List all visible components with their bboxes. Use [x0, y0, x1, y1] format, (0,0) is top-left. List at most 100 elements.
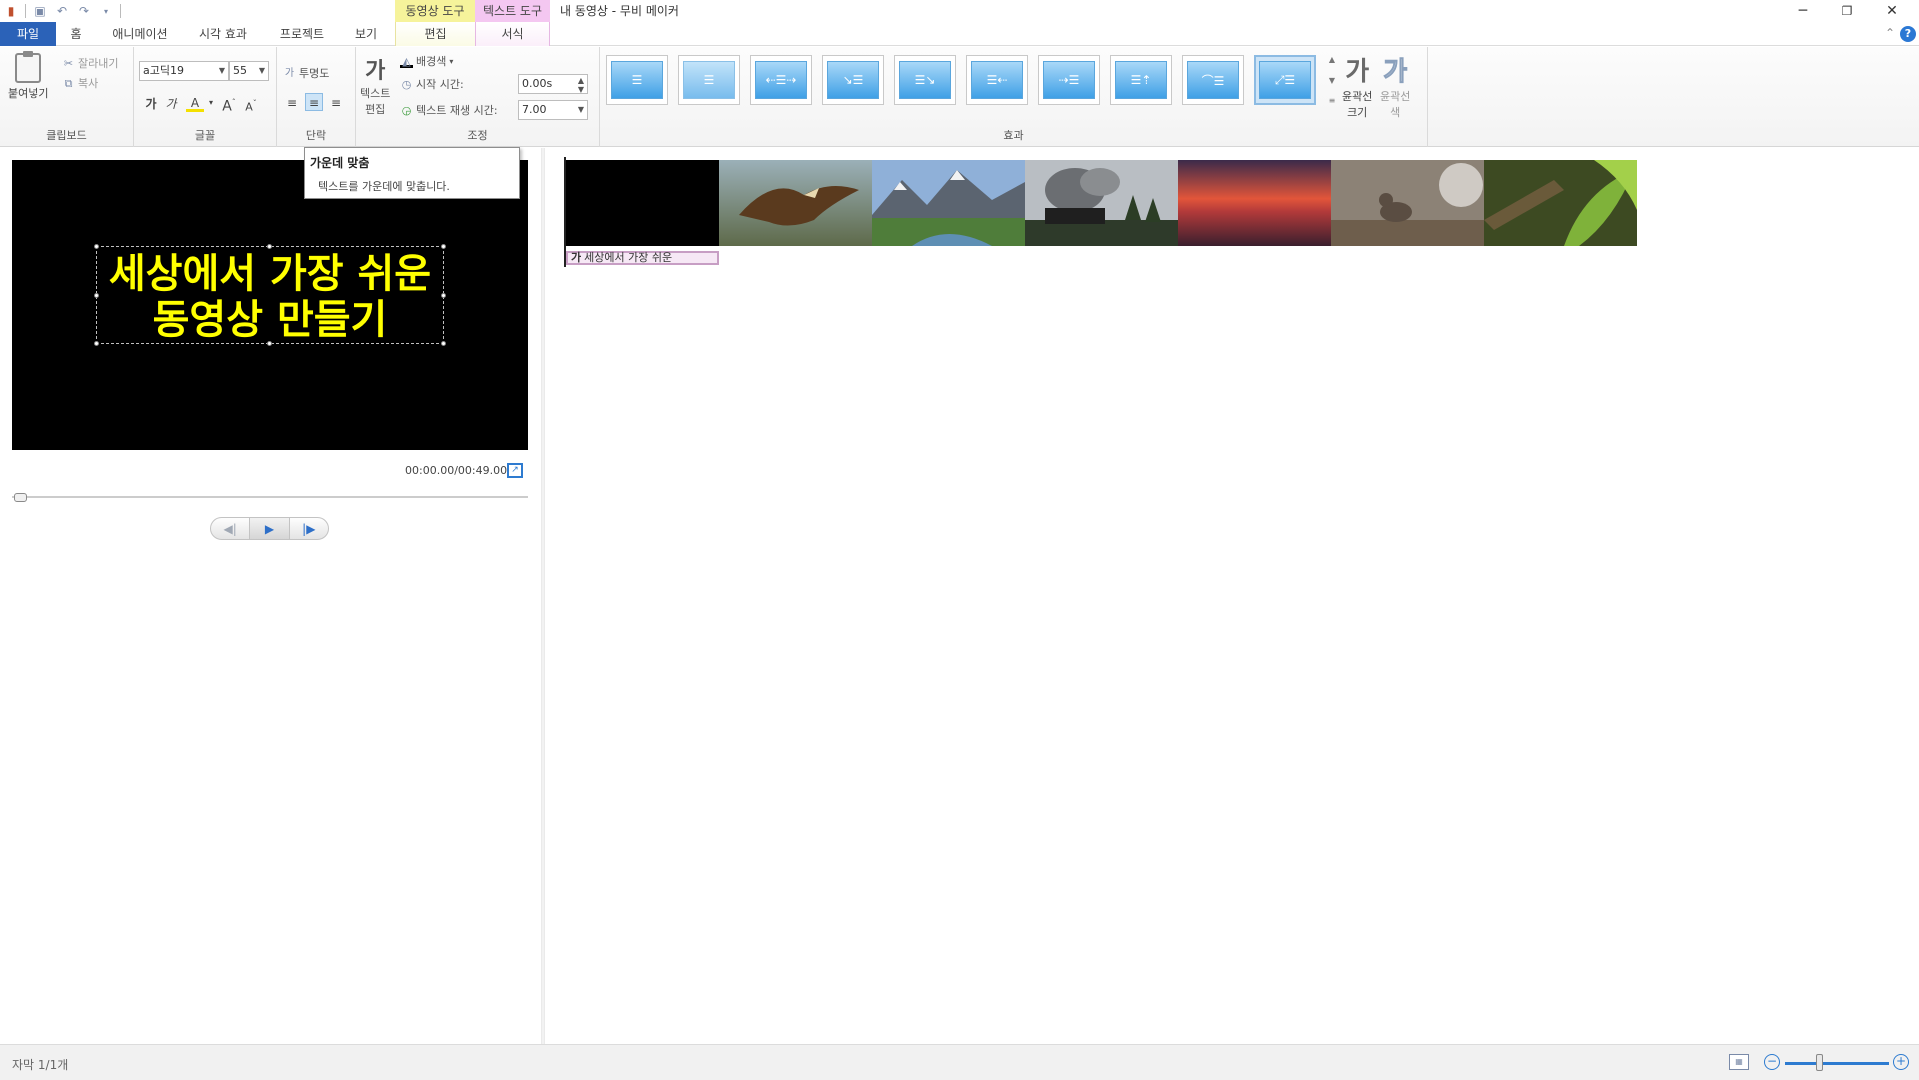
storyboard-frame-black[interactable]	[566, 160, 719, 246]
italic-button[interactable]: 가	[162, 95, 180, 113]
next-frame-icon[interactable]: |▶	[290, 518, 328, 539]
previous-frame-icon[interactable]: ◀|	[211, 518, 249, 539]
effect-scroll-horizontal[interactable]: ⇠☰⇢	[750, 55, 812, 105]
play-icon[interactable]: ▶	[249, 518, 290, 539]
undo-icon[interactable]: ↶	[54, 3, 70, 19]
zoom-out-icon[interactable]: −	[1764, 1054, 1780, 1070]
restore-button[interactable]: ❐	[1825, 0, 1869, 22]
group-font: a고딕19 ▼ 55 ▼ 가 가 A ▾ Aˆ Aˇ 글꼴	[134, 47, 277, 147]
redo-icon[interactable]: ↷	[76, 3, 92, 19]
tab-format[interactable]: 서식	[475, 22, 550, 46]
group-clipboard: 붙여넣기 ✂ 잘라내기 ⧉ 복사 클립보드	[0, 47, 134, 147]
resize-handle[interactable]	[94, 244, 99, 249]
tooltip-title: 가운데 맞춤	[310, 156, 370, 170]
storyboard-frame-squirrel[interactable]	[1331, 160, 1484, 246]
edit-text-button[interactable]: 가 텍스트 편집	[360, 53, 390, 117]
clock-icon: ◷	[401, 77, 412, 91]
group-label-effects: 효과	[1003, 129, 1024, 142]
effect-fade[interactable]: ☰	[678, 55, 740, 105]
outline-size-button[interactable]: 가 윤곽선 크기	[1342, 51, 1372, 120]
video-preview[interactable]: 세상에서 가장 쉬운 동영상 만들기	[12, 160, 528, 450]
thumbnail-size-icon[interactable]: ▦	[1729, 1054, 1749, 1070]
customize-qat-icon[interactable]: ▾	[98, 3, 114, 19]
copy-label: 복사	[78, 77, 99, 90]
app-menu-icon[interactable]: ▮	[3, 3, 19, 19]
minimize-ribbon-icon[interactable]: ⌃	[1885, 26, 1895, 42]
grow-font-button[interactable]: Aˆ	[220, 94, 238, 115]
minimize-button[interactable]: ─	[1781, 0, 1825, 22]
seek-bar[interactable]	[12, 496, 528, 498]
outline-color-button[interactable]: 가 윤곽선 색	[1380, 51, 1410, 120]
zoom-slider[interactable]	[1785, 1062, 1889, 1065]
caption-selection-box[interactable]: 세상에서 가장 쉬운 동영상 만들기	[94, 244, 446, 346]
group-paragraph: 가 투명도 ≡ ≡ ≡ 단락	[277, 47, 356, 147]
tab-visual-effects[interactable]: 시각 효과	[190, 22, 256, 46]
close-button[interactable]: ✕	[1870, 0, 1914, 22]
title-bar: ▮ ▣ ↶ ↷ ▾ 동영상 도구 텍스트 도구 내 동영상 - 무비 메이커 ─…	[0, 0, 1919, 22]
storyboard-frame-mountain-lake[interactable]	[872, 160, 1025, 246]
shrink-font-button[interactable]: Aˇ	[242, 95, 260, 114]
align-left-button[interactable]: ≡	[283, 94, 301, 112]
tab-project[interactable]: 프로젝트	[270, 22, 334, 46]
tab-file[interactable]: 파일	[0, 22, 56, 46]
effects-gallery-scroll[interactable]: ▲ ▼ ≡	[1326, 55, 1338, 105]
align-center-button[interactable]: ≡	[305, 93, 323, 111]
start-time-input[interactable]: 0.00s ▲ ▼	[518, 74, 588, 94]
tooltip-description: 텍스트를 가운데에 맞춥니다.	[318, 180, 450, 193]
caption-line-2: 동영상 만들기	[152, 297, 388, 343]
effect-fly-diagonal[interactable]: ↘☰	[822, 55, 884, 105]
edit-text-icon: 가	[365, 59, 386, 84]
swing-icon: ☰↘	[899, 61, 951, 99]
zoom-in-icon[interactable]: +	[1893, 1054, 1909, 1070]
storyboard-frame-steam-train[interactable]	[1025, 160, 1178, 246]
chevron-up-icon[interactable]: ▲	[1329, 55, 1335, 64]
paint-bucket-icon: ◭	[400, 55, 413, 68]
copy-button[interactable]: ⧉ 복사	[62, 75, 99, 91]
resize-handle[interactable]	[267, 244, 272, 249]
tab-edit[interactable]: 편집	[395, 22, 475, 46]
arrows-horizontal-icon: ⇠☰⇢	[755, 61, 807, 99]
zoom-slider-thumb[interactable]	[1816, 1054, 1823, 1071]
effect-none[interactable]: ☰	[606, 55, 668, 105]
chevron-down-icon[interactable]: ▼	[1329, 76, 1335, 85]
caption-text[interactable]: 세상에서 가장 쉬운 동영상 만들기	[97, 251, 443, 343]
fullscreen-icon[interactable]: ↗	[507, 463, 523, 478]
font-color-dropdown[interactable]: ▾	[202, 94, 220, 112]
resize-handle[interactable]	[441, 244, 446, 249]
edit-text-label-1: 텍스트	[360, 87, 391, 100]
font-size-select[interactable]: 55 ▼	[229, 61, 269, 81]
caption-track-item[interactable]: 가 세상에서 가장 쉬운	[566, 251, 719, 265]
align-right-button[interactable]: ≡	[327, 94, 345, 112]
help-icon[interactable]: ?	[1900, 26, 1916, 42]
effect-zoom[interactable]: ⤢☰	[1254, 55, 1316, 105]
tab-view[interactable]: 보기	[348, 22, 384, 46]
pane-splitter[interactable]	[541, 148, 545, 1044]
effect-fly-up[interactable]: ☰⇡	[1110, 55, 1172, 105]
save-icon[interactable]: ▣	[32, 3, 48, 19]
storyboard-frame-eagle[interactable]	[719, 160, 872, 246]
start-time-text: 시작 시간:	[416, 78, 464, 91]
caption-line-1: 세상에서 가장 쉬운	[108, 251, 432, 297]
scissors-icon: ✂	[63, 56, 74, 70]
paste-icon	[15, 51, 42, 83]
bold-button[interactable]: 가	[142, 95, 160, 113]
outline-color-label-2: 색	[1390, 106, 1401, 119]
more-icon[interactable]: ≡	[1329, 96, 1336, 105]
storyboard-frame-sunset-sea[interactable]	[1178, 160, 1331, 246]
font-family-select[interactable]: a고딕19 ▼	[139, 61, 229, 81]
effect-swing[interactable]: ☰↘	[894, 55, 956, 105]
context-video-tools: 동영상 도구	[395, 0, 475, 22]
paste-button[interactable]: 붙여넣기	[8, 51, 48, 101]
tab-animation[interactable]: 애니메이션	[104, 22, 176, 46]
group-adjust: 가 텍스트 편집 ◭ 배경색 ▾ ◷ 시작 시간: 0.00s ▲ ▼ ◶ 텍스트…	[356, 47, 600, 147]
effect-fly-left[interactable]: ☰⇠	[966, 55, 1028, 105]
cut-button[interactable]: ✂ 잘라내기	[62, 55, 119, 71]
effect-perspective[interactable]: ⌒☰	[1182, 55, 1244, 105]
tab-home[interactable]: 홈	[62, 22, 90, 46]
storyboard-frame-green-leaves[interactable]	[1484, 160, 1637, 246]
duration-select[interactable]: 7.00 ▼	[518, 100, 588, 120]
transparency-button[interactable]: 가 투명도	[283, 65, 329, 81]
background-color-button[interactable]: ◭ 배경색 ▾	[400, 53, 453, 69]
effect-fly-right[interactable]: ⇢☰	[1038, 55, 1100, 105]
seek-thumb[interactable]	[14, 493, 27, 502]
